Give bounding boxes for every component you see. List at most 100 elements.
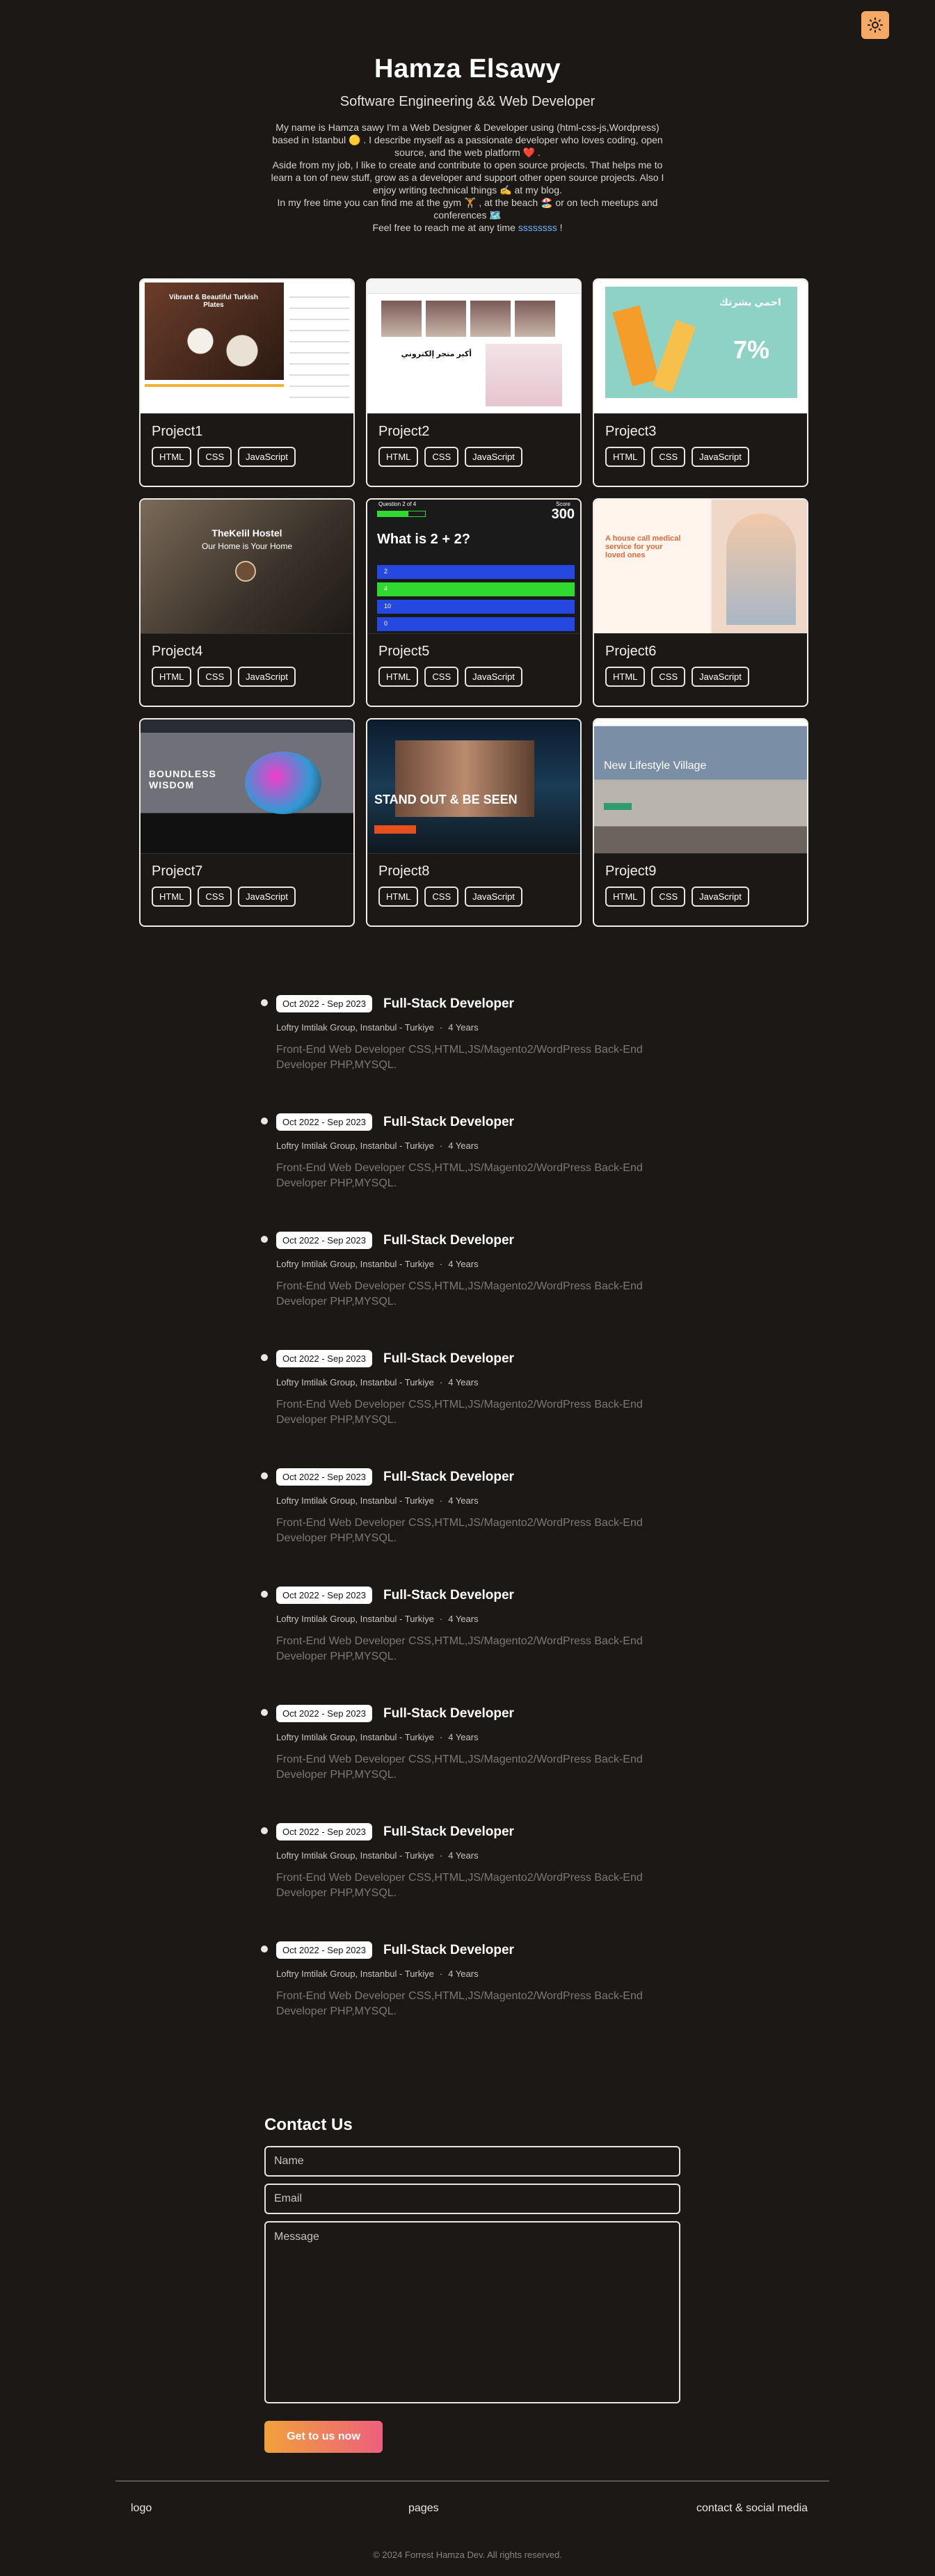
project-thumbnail[interactable]: A house call medical service for your lo… — [594, 500, 807, 634]
project-thumbnail[interactable]: Vibrant & Beautiful Turkish Plates — [141, 280, 353, 414]
project-tags: HTML CSS JavaScript — [605, 887, 796, 907]
job-meta: Loftry Imtilak Group, Instanbul - Turkiy… — [276, 1614, 479, 1624]
message-textarea[interactable] — [264, 2221, 680, 2403]
tech-tag: HTML — [605, 887, 646, 907]
tech-tag: JavaScript — [465, 887, 522, 907]
reach-suffix: ! — [559, 222, 563, 233]
job-company: Loftry Imtilak Group, Instanbul - Turkiy… — [276, 1377, 434, 1388]
job-description: Front-End Web Developer CSS,HTML,JS/Mage… — [276, 1280, 643, 1307]
tech-tag: HTML — [378, 667, 419, 687]
name-input[interactable] — [264, 2146, 680, 2177]
tech-tag: HTML — [605, 667, 646, 687]
project-title: Project3 — [605, 424, 657, 439]
tech-tag: HTML — [378, 447, 419, 467]
project-card[interactable]: أكبر متجر إلكتروني Project2 HTML CSS JavaS… — [366, 278, 582, 487]
job-description: Front-End Web Developer CSS,HTML,JS/Mage… — [276, 1162, 643, 1189]
job-description: Front-End Web Developer CSS,HTML,JS/Mage… — [276, 1872, 643, 1899]
job-meta: Loftry Imtilak Group, Instanbul - Turkiy… — [276, 1022, 479, 1033]
project-thumbnail[interactable]: BOUNDLESS WISDOM — [141, 719, 353, 854]
job-duration: 4 Years — [448, 1377, 479, 1388]
bio-line: My name is Hamza sawy I'm a Web Designer… — [272, 122, 663, 158]
project-card[interactable]: New Lifestyle Village Project9 HTML CSS Ja… — [593, 718, 808, 927]
thumb-question: What is 2 + 2? — [377, 532, 470, 547]
project-title: Project7 — [152, 864, 203, 879]
thumb-heading: احمي بشرتك — [719, 296, 781, 308]
timeline-dot — [261, 1591, 268, 1598]
job-role: Full-Stack Developer — [383, 1232, 514, 1248]
bio-line: In my free time you can find me at the g… — [277, 197, 658, 221]
project-card[interactable]: BOUNDLESS WISDOM Project7 HTML CSS JavaScr… — [139, 718, 355, 927]
job-role: Full-Stack Developer — [383, 1469, 514, 1484]
project-card-body: Project9 HTML CSS JavaScript — [594, 854, 807, 916]
project-card-body: Project1 HTML CSS JavaScript — [141, 414, 353, 477]
project-card[interactable]: Question 2 of 4 Score 300 What is 2 + 2? 2 4 1… — [366, 498, 582, 707]
job-company: Loftry Imtilak Group, Instanbul - Turkiy… — [276, 1969, 434, 1979]
project-card[interactable]: احمي بشرتك 7% Project3 HTML CSS JavaScript — [593, 278, 808, 487]
copyright-text: © 2024 Forrest Hamza Dev. All rights res… — [373, 2550, 562, 2560]
project-thumbnail[interactable]: Question 2 of 4 Score 300 What is 2 + 2? 2 4 1… — [367, 500, 580, 634]
job-description: Front-End Web Developer CSS,HTML,JS/Mage… — [276, 1517, 643, 1544]
project-thumbnail[interactable]: New Lifestyle Village — [594, 719, 807, 854]
thumb-heading: أكبر متجر إلكتروني — [401, 350, 472, 358]
sun-icon — [868, 17, 883, 33]
job-company: Loftry Imtilak Group, Instanbul - Turkiy… — [276, 1022, 434, 1033]
job-meta: Loftry Imtilak Group, Instanbul - Turkiy… — [276, 1495, 479, 1506]
project-title: Project2 — [378, 424, 430, 439]
job-date-badge: Oct 2022 - Sep 2023 — [276, 1941, 372, 1959]
project-thumbnail[interactable]: STAND OUT & BE SEEN — [367, 719, 580, 854]
timeline-dot — [261, 1354, 268, 1361]
reach-link[interactable]: ssssssss — [518, 222, 557, 233]
project-tags: HTML CSS JavaScript — [605, 447, 796, 467]
project-thumbnail[interactable]: TheKelil Hostel Our Home is Your Home — [141, 500, 353, 634]
project-thumbnail[interactable]: أكبر متجر إلكتروني — [367, 280, 580, 414]
submit-button[interactable]: Get to us now — [264, 2421, 383, 2453]
theme-toggle-button[interactable] — [861, 11, 889, 39]
job-meta: Loftry Imtilak Group, Instanbul - Turkiy… — [276, 1259, 479, 1269]
email-input[interactable] — [264, 2184, 680, 2214]
thumb-heading: A house call medical service for your lo… — [605, 534, 681, 559]
timeline-dot — [261, 1118, 268, 1124]
thumb-sub: Our Home is Your Home — [201, 541, 293, 551]
tech-tag: HTML — [152, 667, 192, 687]
job-date-badge: Oct 2022 - Sep 2023 — [276, 1468, 372, 1486]
project-card[interactable]: Vibrant & Beautiful Turkish Plates Proje… — [139, 278, 355, 487]
footer-logo-link[interactable]: logo — [131, 2502, 152, 2515]
timeline-item: Oct 2022 - Sep 2023 Full-Stack Developer… — [261, 1587, 678, 1705]
project-card[interactable]: A house call medical service for your lo… — [593, 498, 808, 707]
timeline-item: Oct 2022 - Sep 2023 Full-Stack Developer… — [261, 1705, 678, 1823]
timeline-dot — [261, 999, 268, 1006]
job-description: Front-End Web Developer CSS,HTML,JS/Mage… — [276, 1635, 643, 1662]
job-date-badge: Oct 2022 - Sep 2023 — [276, 1705, 372, 1722]
project-tags: HTML CSS JavaScript — [152, 447, 342, 467]
tech-tag: JavaScript — [465, 447, 522, 467]
job-date-badge: Oct 2022 - Sep 2023 — [276, 995, 372, 1012]
quiz-answer: 10 — [377, 600, 575, 614]
thumb-score: 300 — [551, 507, 575, 522]
project-card[interactable]: STAND OUT & BE SEEN Project8 HTML CSS Java… — [366, 718, 582, 927]
project-tags: HTML CSS JavaScript — [152, 667, 342, 687]
tech-tag: CSS — [198, 887, 232, 907]
job-role: Full-Stack Developer — [383, 996, 514, 1011]
contact-heading: Contact Us — [264, 2115, 353, 2134]
job-company: Loftry Imtilak Group, Instanbul - Turkiy… — [276, 1140, 434, 1151]
project-title: Project8 — [378, 864, 430, 879]
project-card[interactable]: TheKelil Hostel Our Home is Your Home Pro… — [139, 498, 355, 707]
tech-tag: JavaScript — [692, 887, 749, 907]
tech-tag: HTML — [152, 887, 192, 907]
job-role: Full-Stack Developer — [383, 1942, 514, 1957]
project-tags: HTML CSS JavaScript — [378, 667, 569, 687]
job-role: Full-Stack Developer — [383, 1706, 514, 1721]
project-title: Project1 — [152, 424, 203, 439]
thumb-percent: 7% — [733, 335, 770, 364]
job-meta: Loftry Imtilak Group, Instanbul - Turkiy… — [276, 1850, 479, 1861]
timeline-item: Oct 2022 - Sep 2023 Full-Stack Developer… — [261, 995, 678, 1113]
job-company: Loftry Imtilak Group, Instanbul - Turkiy… — [276, 1850, 434, 1861]
reach-prefix: Feel free to reach me at any time — [372, 222, 516, 233]
experience-timeline: Oct 2022 - Sep 2023 Full-Stack Developer… — [261, 995, 678, 2060]
job-meta: Loftry Imtilak Group, Instanbul - Turkiy… — [276, 1377, 479, 1388]
footer-social-link[interactable]: contact & social media — [696, 2502, 808, 2515]
timeline-item: Oct 2022 - Sep 2023 Full-Stack Developer… — [261, 1823, 678, 1941]
footer-pages-link[interactable]: pages — [408, 2502, 439, 2515]
project-thumbnail[interactable]: احمي بشرتك 7% — [594, 280, 807, 414]
tech-tag: JavaScript — [238, 667, 296, 687]
